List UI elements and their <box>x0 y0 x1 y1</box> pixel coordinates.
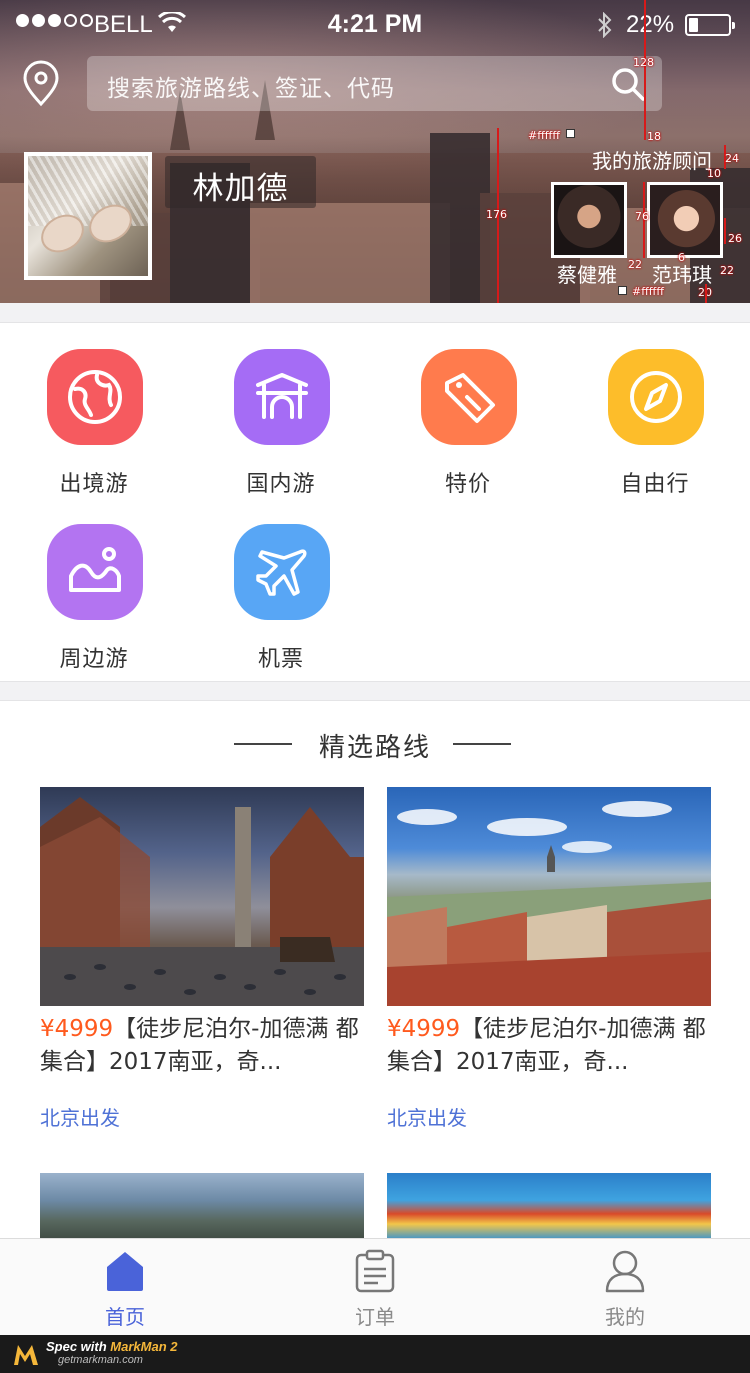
route-image-art <box>387 801 711 1006</box>
spec-label-22-left: 22 <box>628 258 642 271</box>
search-icon[interactable] <box>610 66 646 102</box>
globe-icon <box>47 349 143 445</box>
section-title: 精选路线 <box>318 733 431 763</box>
status-bar: BELL 4:21 PM 22% <box>0 0 750 50</box>
route-image-partial[interactable] <box>387 1173 711 1240</box>
category-domestic[interactable]: 国内游 <box>187 323 375 497</box>
spec-line-26 <box>724 218 726 244</box>
user-avatar[interactable] <box>24 152 152 280</box>
category-free-travel[interactable]: 自由行 <box>561 323 749 497</box>
spec-color-marker-bottom <box>618 286 627 295</box>
section-header: 精选路线 <box>0 723 750 763</box>
route-image-partial[interactable] <box>40 1173 364 1240</box>
tab-orders[interactable]: 订单 <box>250 1239 500 1336</box>
route-departure: 北京出发 <box>387 1106 467 1130</box>
profile-icon <box>605 1250 645 1293</box>
spec-color-bottom: #ffffff <box>632 285 664 298</box>
markman-prefix: Spec with <box>46 1339 111 1354</box>
spec-label-24: 24 <box>725 152 739 165</box>
category-flights[interactable]: 机票 <box>187 498 375 672</box>
route-image[interactable] <box>40 787 364 1006</box>
search-placeholder: 搜索旅游路线、签证、代码 <box>107 76 395 102</box>
featured-routes-section: 精选路线 ¥4999【徒步尼泊尔-加德满 都集合】2017南亚，奇... 北京出 <box>0 700 750 1240</box>
markman-brand: MarkMan 2 <box>110 1339 178 1354</box>
spec-label-128: 128 <box>633 56 654 69</box>
tab-bar: 首页 订单 我的 <box>0 1238 750 1335</box>
advisor-avatar-2[interactable] <box>647 182 723 258</box>
gate-icon <box>234 349 330 445</box>
title-divider-right <box>453 743 511 745</box>
category-outbound[interactable]: 出境游 <box>0 323 188 497</box>
spec-line-top <box>644 0 646 140</box>
compass-icon <box>608 349 704 445</box>
route-price: ¥4999 <box>40 1016 114 1042</box>
route-title: ¥4999【徒步尼泊尔-加德满 都集合】2017南亚，奇... <box>40 1013 370 1079</box>
airplane-icon <box>234 524 330 620</box>
advisor-name-1: 蔡健雅 <box>557 263 617 287</box>
markman-watermark: Spec with MarkMan 2 getmarkman.com <box>0 1335 750 1373</box>
battery-percent: 22% <box>626 11 675 38</box>
category-label: 机票 <box>257 647 304 672</box>
battery-icon <box>685 14 735 36</box>
markman-line1: Spec with MarkMan 2 <box>46 1339 178 1354</box>
search-input[interactable]: 搜索旅游路线、签证、代码 <box>87 56 662 111</box>
order-icon <box>355 1249 395 1293</box>
advisor-title[interactable]: 我的旅游顾问 <box>592 145 712 174</box>
spec-label-176: 176 <box>486 208 507 221</box>
tab-home[interactable]: 首页 <box>0 1239 250 1336</box>
spec-label-10: 10 <box>707 167 721 180</box>
category-label: 国内游 <box>246 472 316 497</box>
header-banner: BELL 4:21 PM 22% 搜索旅游路线、签证、代码 林加德 我的旅游顾问 <box>0 0 750 303</box>
tab-label: 订单 <box>355 1305 395 1329</box>
spec-label-26: 26 <box>728 232 742 245</box>
spec-color-marker-top <box>566 129 575 138</box>
category-label: 自由行 <box>620 472 690 497</box>
route-image[interactable] <box>387 787 711 1006</box>
route-price: ¥4999 <box>387 1016 461 1042</box>
mountain-icon <box>47 524 143 620</box>
route-departure: 北京出发 <box>40 1106 120 1130</box>
tab-label: 首页 <box>105 1305 145 1329</box>
markman-url: getmarkman.com <box>58 1354 143 1366</box>
tab-profile[interactable]: 我的 <box>500 1239 750 1336</box>
category-panel: 出境游 国内游 特价 自由行 周边游 机票 <box>0 322 750 682</box>
home-icon <box>107 1252 143 1291</box>
user-name: 林加德 <box>192 171 289 207</box>
category-label: 出境游 <box>59 472 129 497</box>
location-pin-icon[interactable] <box>20 60 62 108</box>
spec-line-bottom <box>705 284 707 303</box>
category-nearby[interactable]: 周边游 <box>0 498 188 672</box>
route-image-art <box>40 797 364 1006</box>
category-label: 周边游 <box>59 647 129 672</box>
bluetooth-icon <box>598 12 612 38</box>
category-special-offer[interactable]: 特价 <box>374 323 562 497</box>
spec-label-76: 76 <box>635 210 649 223</box>
spec-color-top: #ffffff <box>528 129 560 142</box>
markman-logo-icon <box>14 1345 38 1365</box>
category-label: 特价 <box>444 472 491 497</box>
spec-label-22-right: 22 <box>720 264 734 277</box>
spec-label-18: 18 <box>647 130 661 143</box>
tag-icon <box>421 349 517 445</box>
user-name-badge: 林加德 <box>165 156 316 208</box>
tab-label: 我的 <box>605 1305 645 1329</box>
advisor-avatar-1[interactable] <box>551 182 627 258</box>
spec-label-6: 6 <box>678 251 685 264</box>
route-title: ¥4999【徒步尼泊尔-加德满 都集合】2017南亚，奇... <box>387 1013 717 1079</box>
